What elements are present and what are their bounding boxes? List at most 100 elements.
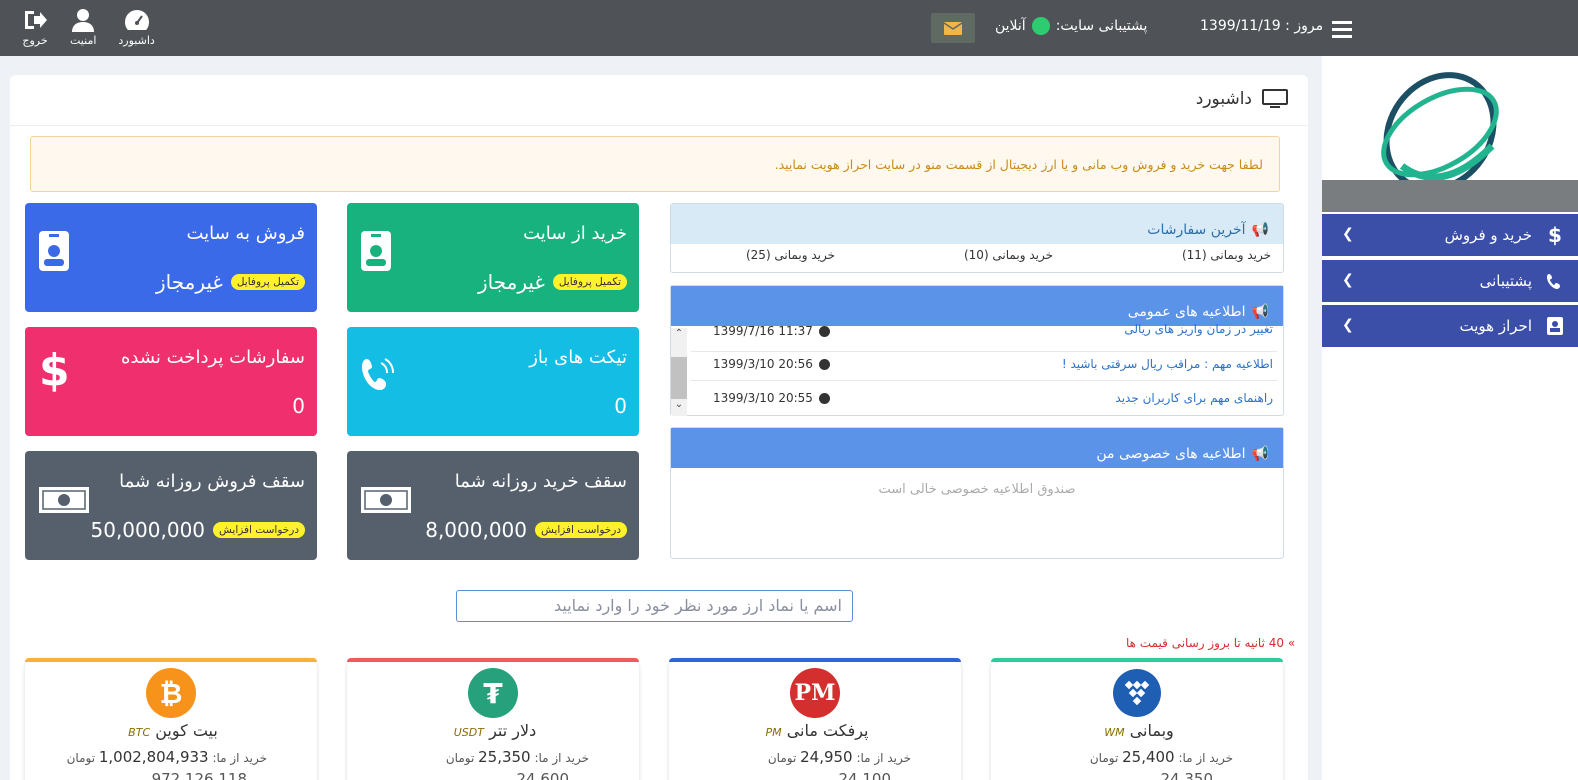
user-icon <box>72 9 95 32</box>
public-notices-panel: 📢 اطلاعیه های عمومی ⌃ ⌄ تغییر در زمان وا… <box>670 285 1284 416</box>
identity-alert: لطفا جهت خرید و فروش وب مانی و یا ارز دی… <box>30 136 1280 192</box>
divider <box>10 125 1308 126</box>
request-increase-badge[interactable]: درخواست افزایش <box>535 522 627 538</box>
notice-item[interactable]: اطلاعیه مهم : مراقب ریال سرقتی باشید ! 1… <box>691 349 1277 381</box>
buy-price: خرید از ما: 1,002,804,933 تومان <box>67 748 267 766</box>
box-value: غیرمجاز <box>155 270 223 294</box>
buy-label: خرید از ما: <box>1178 751 1233 765</box>
notice-title[interactable]: تغییر در زمان واریز های ریالی <box>1124 322 1273 336</box>
notice-title[interactable]: اطلاعیه مهم : مراقب ریال سرقتی باشید ! <box>1062 357 1273 371</box>
order-item[interactable]: خرید وبمانی (11) <box>1182 248 1271 262</box>
scroll-down-icon[interactable]: ⌄ <box>671 399 687 410</box>
box-title: تیکت های باز <box>529 347 627 368</box>
panel-header: 📢 اطلاعیه های خصوصی من <box>671 428 1283 468</box>
sidebar-item-label: احراز هویت <box>1459 317 1532 335</box>
request-increase-badge[interactable]: درخواست افزایش <box>213 522 305 538</box>
latest-orders-panel: 📢 آخرین سفارشات خرید وبمانی (11) خرید وب… <box>670 203 1284 273</box>
notice-date: 1399/3/10 20:55 <box>713 391 813 405</box>
buy-value: 25,400 <box>1122 748 1175 766</box>
security-button[interactable]: امنیت <box>70 8 96 47</box>
menu-toggle[interactable] <box>1322 0 1578 56</box>
notice-title[interactable]: راهنمای مهم برای کاربران جدید <box>1115 391 1273 405</box>
sell-to-site-box[interactable]: فروش به سایت تکمیل پروفایل غیرمجاز <box>25 203 317 312</box>
empty-message: صندوق اطلاعیه خصوصی خالی است <box>878 482 1076 497</box>
notice-date: 1399/3/10 20:56 <box>713 357 813 371</box>
unit: تومان <box>445 751 475 765</box>
clock-icon <box>818 358 830 370</box>
clock-icon <box>818 392 830 404</box>
security-label: امنیت <box>70 34 97 47</box>
box-value: 0 <box>292 394 305 418</box>
hamburger-icon <box>1332 21 1352 24</box>
daily-sell-limit-box[interactable]: سقف فروش روزانه شما درخواست افزایش 50,00… <box>25 451 317 560</box>
box-value: 8,000,000 <box>425 518 528 542</box>
buy-label: خرید از ما: <box>856 751 911 765</box>
messages-button[interactable] <box>931 13 975 43</box>
support-label: پشتیبانی سایت: <box>1055 18 1148 34</box>
card-accent <box>991 658 1283 662</box>
box-value-row: تکمیل پروفایل غیرمجاز <box>478 270 627 294</box>
dashboard-button[interactable]: داشبورد <box>118 8 155 47</box>
unit: تومان <box>1089 751 1119 765</box>
box-title: خرید از سایت <box>523 223 627 244</box>
buy-from-site-box[interactable]: خرید از سایت تکمیل پروفایل غیرمجاز <box>347 203 639 312</box>
order-item[interactable]: خرید وبمانی (25) <box>746 248 835 262</box>
currency-card-bitcoin[interactable]: ₿ بیت کوین BTC خرید از ما: 1,002,804,933… <box>25 658 317 780</box>
card-accent <box>25 658 317 662</box>
currency-card-tether[interactable]: ₮ دلار تتر USDT خرید از ما: 25,350 تومان… <box>347 658 639 780</box>
box-value-row: 0 <box>292 394 305 418</box>
daily-buy-limit-box[interactable]: سقف خرید روزانه شما درخواست افزایش 8,000… <box>347 451 639 560</box>
scroll-thumb[interactable] <box>671 357 687 399</box>
box-title: سقف فروش روزانه شما <box>119 471 305 492</box>
online-label: آنلاین <box>995 18 1026 34</box>
buy-value: 25,350 <box>478 748 531 766</box>
currency-card-perfectmoney[interactable]: PM پرفکت مانی PM خرید از ما: 24,950 توما… <box>669 658 961 780</box>
sell-price: 24,350 <box>1161 770 1214 780</box>
panel-title: اطلاعیه های عمومی <box>1127 304 1246 320</box>
currency-title: بیت کوین <box>155 721 218 740</box>
buy-value: 1,002,804,933 <box>98 748 209 766</box>
top-bar: خروج امنیت داشبورد پشتیبانی سایت: آنلاین… <box>0 0 1578 56</box>
phone-icon <box>1546 272 1564 290</box>
price-refresh-note: » 40 ثانیه تا بروز رسانی قیمت ها <box>1126 636 1296 650</box>
currency-card-webmoney[interactable]: وبمانی WM خرید از ما: 25,400 تومان 24,35… <box>991 658 1283 780</box>
box-value-row: 0 <box>614 394 627 418</box>
complete-profile-badge[interactable]: تکمیل پروفایل <box>230 274 305 290</box>
webmoney-icon <box>1112 668 1162 718</box>
notice-date-wrap: 1399/7/16 11:37 <box>713 324 830 338</box>
sidebar-item-buy-sell[interactable]: ❮ خرید و فروش $ <box>1322 214 1578 256</box>
exit-button[interactable]: خروج <box>22 8 48 47</box>
complete-profile-badge[interactable]: تکمیل پروفایل <box>552 274 627 290</box>
private-notices-panel: 📢 اطلاعیه های خصوصی من صندوق اطلاعیه خصو… <box>670 427 1284 559</box>
unpaid-orders-box[interactable]: سفارشات پرداخت نشده 0 $ <box>25 327 317 436</box>
currency-title: دلار تتر <box>489 721 537 740</box>
online-dot-icon <box>1031 17 1050 35</box>
sell-price: 24,100 <box>839 770 892 780</box>
currency-title: پرفکت مانی <box>786 721 869 740</box>
panel-title: آخرین سفارشات <box>1147 222 1246 238</box>
id-badge-icon <box>361 231 391 271</box>
sell-price: 24,600 <box>517 770 570 780</box>
card-accent <box>669 658 961 662</box>
sidebar-item-label: پشتیبانی <box>1479 272 1532 290</box>
phone-volume-icon <box>362 358 394 390</box>
notice-item[interactable]: راهنمای مهم برای کاربران جدید 1399/3/10 … <box>691 383 1277 415</box>
sidebar-item-support[interactable]: ❮ پشتیبانی <box>1322 260 1578 302</box>
logo <box>1322 56 1578 192</box>
order-item[interactable]: خرید وبمانی (10) <box>964 248 1053 262</box>
currency-search-input[interactable]: اسم یا نماد ارز مورد نظر خود را وارد نما… <box>456 590 853 622</box>
sidebar-item-label: خرید و فروش <box>1444 226 1532 244</box>
notice-item[interactable]: تغییر در زمان واریز های ریالی 1399/7/16 … <box>691 320 1277 352</box>
today-date: امروز : 1399/11/19 <box>1200 18 1327 34</box>
buy-value: 24,950 <box>800 748 853 766</box>
money-bill-icon <box>361 487 411 513</box>
open-tickets-box[interactable]: تیکت های باز 0 <box>347 327 639 436</box>
scroll-up-icon[interactable]: ⌃ <box>671 328 687 339</box>
currency-code: PM <box>765 726 782 739</box>
currency-name: بیت کوین BTC <box>25 721 317 740</box>
notices-scrollbar[interactable]: ⌃ ⌄ <box>671 328 687 416</box>
sidebar-item-identity[interactable]: ❮ احراز هویت <box>1322 305 1578 347</box>
page-title: داشبورد <box>1196 89 1288 109</box>
box-title: سفارشات پرداخت نشده <box>120 347 305 368</box>
sell-value: 972,126,118 <box>151 770 247 780</box>
